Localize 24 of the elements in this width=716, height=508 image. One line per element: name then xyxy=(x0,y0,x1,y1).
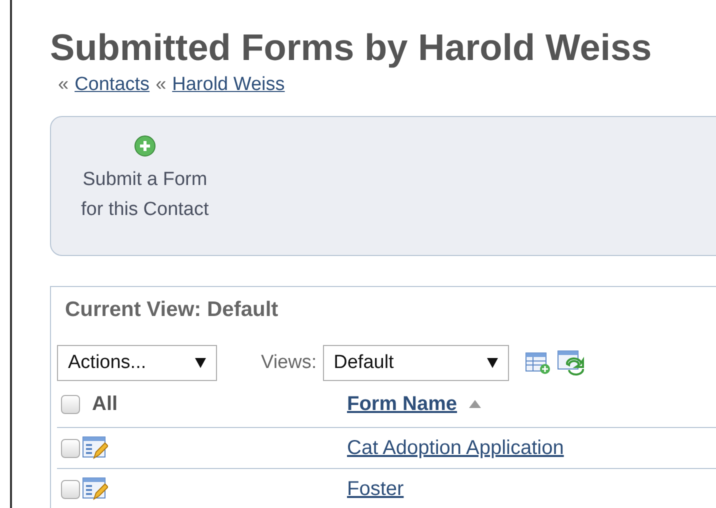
breadcrumb-separator: « xyxy=(58,74,69,96)
form-edit-icon[interactable] xyxy=(82,436,108,460)
add-icon xyxy=(134,135,156,157)
page-title: Submitted Forms by Harold Weiss xyxy=(50,26,653,70)
breadcrumb-link[interactable]: Harold Weiss xyxy=(172,74,285,96)
views-label: Views: xyxy=(261,352,317,374)
panel-title: Current View: Default xyxy=(64,297,280,323)
refresh-view-icon[interactable] xyxy=(556,350,585,376)
column-header[interactable]: Form Name xyxy=(347,392,458,416)
actions-select[interactable]: Actions... xyxy=(57,345,217,381)
breadcrumb-separator: « xyxy=(156,74,166,96)
add-view-icon[interactable] xyxy=(524,351,551,375)
select-all-label: All xyxy=(92,392,118,416)
views-select[interactable]: Default xyxy=(322,345,509,381)
row-checkbox[interactable] xyxy=(61,480,80,498)
form-name-link[interactable]: Cat Adoption Application xyxy=(347,436,564,460)
caret-icon xyxy=(195,358,206,368)
row-checkbox[interactable] xyxy=(61,438,80,458)
caret-icon xyxy=(486,358,498,368)
form-name-link[interactable]: Foster xyxy=(347,478,404,500)
submit-form-button[interactable]: Submit a Form for this Contact xyxy=(73,135,217,225)
select-all-checkbox[interactable] xyxy=(61,394,80,414)
breadcrumb-link[interactable]: Contacts xyxy=(74,74,150,96)
form-edit-icon[interactable] xyxy=(82,477,108,501)
